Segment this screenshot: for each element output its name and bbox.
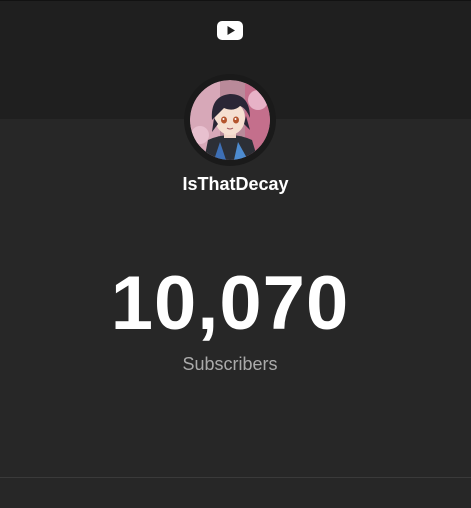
anime-character-avatar-icon [190,80,270,160]
youtube-logo-icon[interactable] [217,21,243,40]
subscriber-count: 10,070 [110,261,350,346]
subscriber-label: Subscribers [182,354,278,374]
channel-name[interactable]: IsThatDecay [0,174,471,194]
subscriber-counter-page: IsThatDecay 10,070 Subscribers [0,0,471,508]
avatar[interactable] [190,80,270,160]
footer-divider [0,477,471,478]
